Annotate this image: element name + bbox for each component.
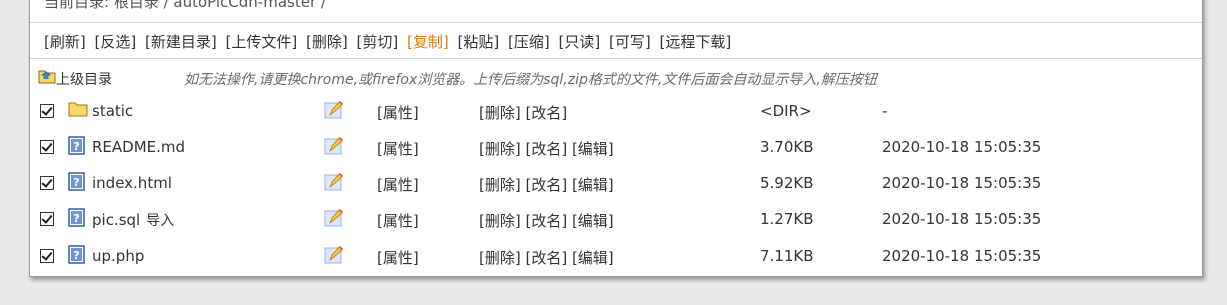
file-name[interactable]: index.html: [92, 174, 172, 192]
file-name-link[interactable]: README.md: [92, 138, 185, 156]
select-checkbox[interactable]: [40, 140, 54, 154]
file-row: ? up.php [属性] [删除] [改名] [编辑] 7.11KB 2020-10-1…: [30, 243, 1202, 277]
compress-button[interactable]: [压缩]: [508, 33, 550, 51]
edit-pencil-icon[interactable]: [324, 172, 344, 196]
copy-button[interactable]: [复制]: [407, 33, 449, 51]
file-size: <DIR>: [760, 102, 812, 120]
file-name-link[interactable]: pic.sql 导入: [92, 210, 174, 230]
new-folder-button[interactable]: [新建目录]: [145, 33, 217, 51]
delete-button[interactable]: [删除]: [306, 33, 348, 51]
file-name[interactable]: up.php: [92, 247, 144, 265]
edit-pencil-icon[interactable]: [324, 208, 344, 232]
select-checkbox[interactable]: [40, 176, 54, 190]
file-row: static [属性] [删除] [改名] <DIR> -: [30, 98, 1202, 132]
upload-file-button[interactable]: [上传文件]: [226, 33, 298, 51]
properties-link[interactable]: [属性]: [377, 210, 419, 231]
file-size: 7.11KB: [760, 247, 814, 265]
modified-date: -: [882, 102, 888, 120]
import-link[interactable]: 导入: [146, 213, 174, 229]
breadcrumb: 当前目录: 根目录 / autoPicCdn-master /: [44, 0, 326, 11]
modified-date: 2020-10-18 15:05:35: [882, 138, 1042, 156]
file-manager-panel: 当前目录: 根目录 / autoPicCdn-master / [刷新] [反选…: [29, 0, 1203, 277]
modified-date: 2020-10-18 15:05:35: [882, 174, 1042, 192]
file-size: 1.27KB: [760, 210, 814, 228]
folder-icon: [68, 100, 88, 122]
parent-directory-link[interactable]: 上级目录: [56, 69, 112, 89]
edit-pencil-icon[interactable]: [324, 100, 344, 124]
folder-up-icon[interactable]: [38, 67, 56, 85]
properties-link[interactable]: [属性]: [377, 102, 419, 123]
file-name-link[interactable]: up.php: [92, 247, 144, 265]
divider: [30, 58, 1202, 59]
file-row: ? README.md [属性] [删除] [改名] [编辑] 3.70KB 2020-1…: [30, 134, 1202, 168]
file-name-link[interactable]: static: [92, 102, 133, 120]
file-icon: ?: [68, 172, 86, 196]
select-checkbox[interactable]: [40, 249, 54, 263]
svg-text:?: ?: [73, 212, 79, 225]
writable-button[interactable]: [可写]: [609, 33, 651, 51]
file-actions[interactable]: [删除] [改名] [编辑]: [479, 247, 614, 268]
file-name-link[interactable]: index.html: [92, 174, 172, 192]
properties-link[interactable]: [属性]: [377, 174, 419, 195]
select-checkbox[interactable]: [40, 212, 54, 226]
file-name[interactable]: static: [92, 102, 133, 120]
paste-button[interactable]: [粘贴]: [458, 33, 500, 51]
properties-link[interactable]: [属性]: [377, 138, 419, 159]
refresh-button[interactable]: [刷新]: [44, 33, 86, 51]
modified-date: 2020-10-18 15:05:35: [882, 210, 1042, 228]
file-actions[interactable]: [删除] [改名]: [479, 102, 567, 123]
divider: [30, 22, 1202, 23]
file-row: ? pic.sql 导入 [属性] [删除] [改名] [编辑] 1.27KB 2020-1…: [30, 206, 1202, 240]
file-actions[interactable]: [删除] [改名] [编辑]: [479, 174, 614, 195]
modified-date: 2020-10-18 15:05:35: [882, 247, 1042, 265]
toolbar: [刷新] [反选] [新建目录] [上传文件] [删除] [剪切] [复制] […: [44, 31, 735, 52]
edit-pencil-icon[interactable]: [324, 136, 344, 160]
select-checkbox[interactable]: [40, 104, 54, 118]
svg-text:?: ?: [73, 176, 79, 189]
file-icon: ?: [68, 245, 86, 269]
edit-pencil-icon[interactable]: [324, 245, 344, 269]
file-icon: ?: [68, 136, 86, 160]
file-name[interactable]: pic.sql: [92, 211, 140, 229]
file-icon: ?: [68, 208, 86, 232]
file-name[interactable]: README.md: [92, 138, 185, 156]
file-actions[interactable]: [删除] [改名] [编辑]: [479, 138, 614, 159]
invert-select-button[interactable]: [反选]: [95, 33, 137, 51]
file-actions[interactable]: [删除] [改名] [编辑]: [479, 210, 614, 231]
file-size: 5.92KB: [760, 174, 814, 192]
cut-button[interactable]: [剪切]: [357, 33, 399, 51]
remote-download-button[interactable]: [远程下载]: [660, 33, 732, 51]
browser-hint: 如无法操作,请更换chrome,或firefox浏览器。上传后缀为sql,zip…: [184, 72, 877, 88]
readonly-button[interactable]: [只读]: [559, 33, 601, 51]
properties-link[interactable]: [属性]: [377, 247, 419, 268]
file-row: ? index.html [属性] [删除] [改名] [编辑] 5.92KB 2020-…: [30, 170, 1202, 204]
svg-text:?: ?: [73, 140, 79, 153]
svg-text:?: ?: [73, 249, 79, 262]
file-size: 3.70KB: [760, 138, 814, 156]
